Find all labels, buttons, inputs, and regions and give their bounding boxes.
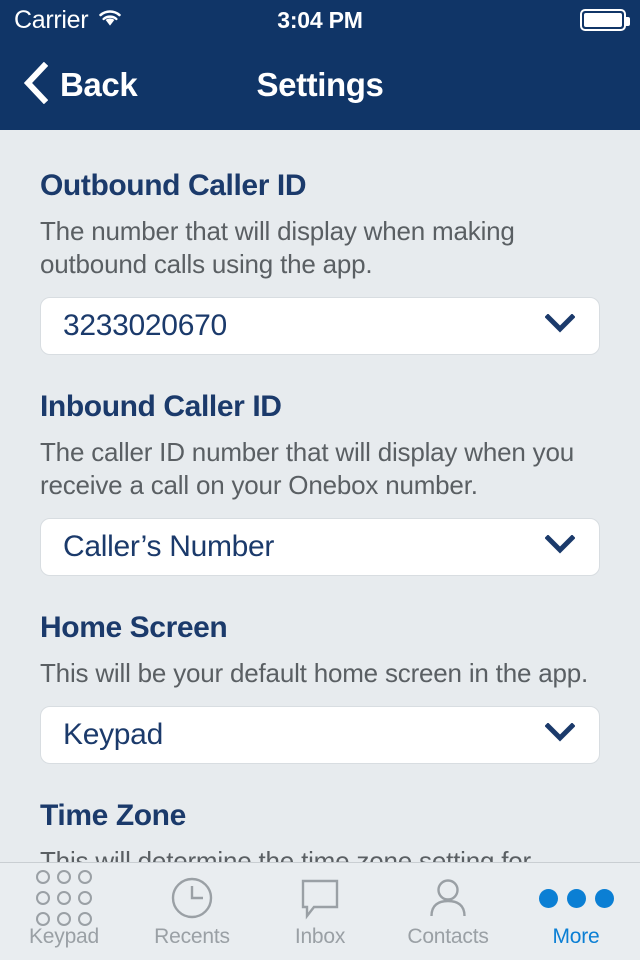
inbound-caller-id-select[interactable]: Caller’s Number	[40, 517, 600, 576]
tab-inbox[interactable]: Inbox	[256, 863, 384, 960]
keypad-grid-icon	[36, 870, 92, 926]
tab-more[interactable]: More	[512, 863, 640, 960]
navigation-bar: Back Settings	[0, 40, 640, 130]
person-icon	[426, 876, 470, 920]
status-bar-right	[580, 0, 630, 40]
section-title: Time Zone	[40, 798, 186, 832]
tab-contacts[interactable]: Contacts	[384, 863, 512, 960]
tab-label: Contacts	[407, 925, 489, 948]
section-title: Inbound Caller ID	[40, 389, 282, 423]
page-title: Settings	[256, 66, 384, 103]
tab-keypad[interactable]: Keypad	[0, 863, 128, 960]
battery-full-icon	[580, 9, 630, 31]
chevron-down-icon	[544, 722, 576, 747]
setting-section-outbound-caller-id: Outbound Caller ID The number that will …	[40, 130, 600, 355]
clock-icon	[170, 876, 214, 920]
section-description: This will determine the time zone settin…	[40, 846, 531, 862]
section-description: The caller ID number that will display w…	[40, 437, 574, 501]
battery-level-fill	[584, 13, 622, 27]
tab-recents[interactable]: Recents	[128, 863, 256, 960]
three-dots-icon	[538, 876, 614, 920]
section-title: Outbound Caller ID	[40, 169, 307, 202]
select-value: Caller’s Number	[63, 529, 275, 563]
setting-section-time-zone: Time Zone This will determine the time z…	[40, 764, 600, 862]
section-description: The number that will display when making…	[40, 216, 515, 280]
speech-bubble-icon	[298, 876, 342, 920]
tab-label: Inbox	[294, 925, 346, 948]
tab-bar: Keypad Recents Inbox Contacts More	[0, 862, 640, 960]
chevron-down-icon	[544, 534, 576, 559]
phone-screen: Carrier 3:04 PM Back Settings Outbound C…	[0, 0, 640, 960]
tab-label: Recents	[154, 925, 230, 948]
section-description: This will be your default home screen in…	[40, 658, 589, 689]
tab-label: More	[552, 925, 600, 948]
section-title: Home Screen	[40, 610, 228, 644]
select-value: Keypad	[63, 717, 163, 751]
status-bar-time: 3:04 PM	[277, 6, 363, 33]
outbound-caller-id-select[interactable]: 3233020670	[40, 296, 600, 355]
setting-section-inbound-caller-id: Inbound Caller ID The caller ID number t…	[40, 355, 600, 576]
chevron-down-icon	[544, 313, 576, 338]
tab-label: Keypad	[28, 925, 100, 948]
status-bar: Carrier 3:04 PM	[0, 0, 640, 40]
setting-section-home-screen: Home Screen This will be your default ho…	[40, 576, 600, 764]
settings-list[interactable]: Outbound Caller ID The number that will …	[0, 130, 640, 862]
home-screen-select[interactable]: Keypad	[40, 705, 600, 764]
select-value: 3233020670	[63, 308, 227, 342]
